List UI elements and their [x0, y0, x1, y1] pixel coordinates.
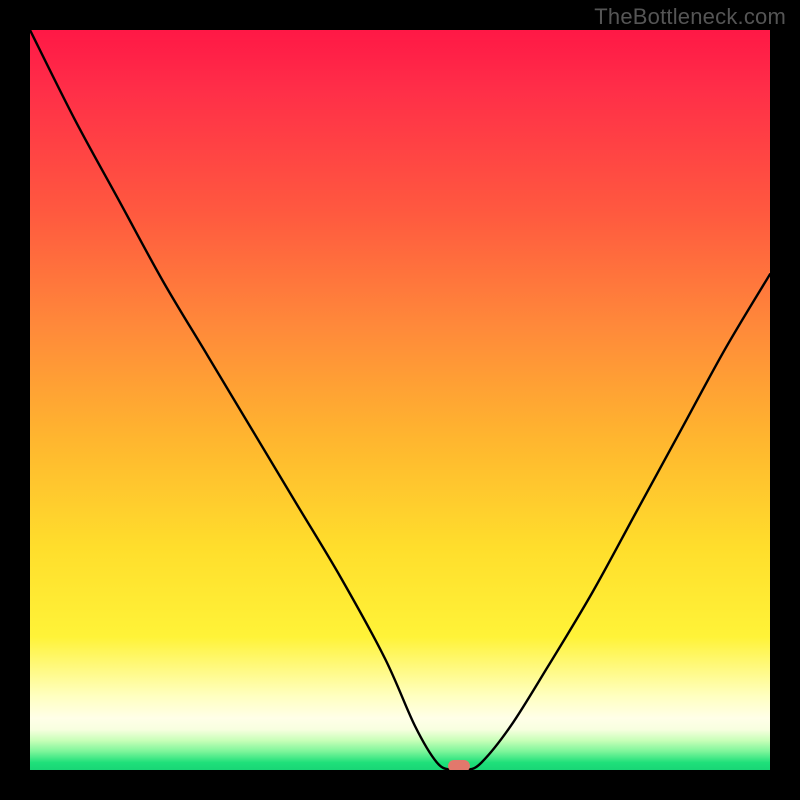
- plot-area: [30, 30, 770, 770]
- curve-svg: [30, 30, 770, 770]
- bottleneck-curve-path: [30, 30, 770, 770]
- watermark-text: TheBottleneck.com: [594, 4, 786, 30]
- optimal-marker: [448, 760, 470, 770]
- chart-frame: TheBottleneck.com: [0, 0, 800, 800]
